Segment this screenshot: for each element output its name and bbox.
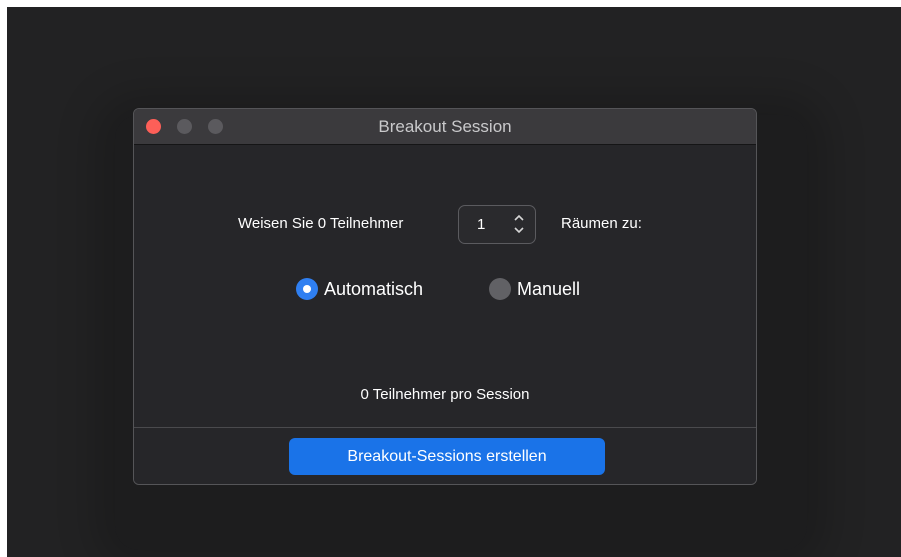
manual-radio[interactable]: Manuell [489, 278, 580, 300]
participants-per-session-text: 0 Teilnehmer pro Session [360, 386, 530, 403]
assign-suffix-label: Räumen zu: [561, 215, 642, 232]
room-count-value[interactable]: 1 [477, 216, 485, 233]
window-title: Breakout Session [378, 117, 512, 136]
automatic-label[interactable]: Automatisch [324, 279, 423, 300]
automatic-radio[interactable]: Automatisch [296, 278, 423, 300]
title-bar[interactable]: Breakout Session [134, 109, 756, 145]
radio-selected-icon[interactable] [296, 278, 318, 300]
create-breakout-sessions-button[interactable]: Breakout-Sessions erstellen [289, 438, 605, 475]
dialog-content: Weisen Sie 0 Teilnehmer 1 Räumen zu: Aut… [134, 145, 756, 427]
room-count-stepper[interactable]: 1 [458, 205, 536, 244]
radio-unselected-icon[interactable] [489, 278, 511, 300]
assign-prefix-label: Weisen Sie 0 Teilnehmer [238, 215, 404, 232]
desktop-background: Breakout Session Weisen Sie 0 Teilnehmer… [7, 7, 901, 557]
dialog-footer: Breakout-Sessions erstellen [134, 427, 756, 484]
breakout-session-window: Breakout Session Weisen Sie 0 Teilnehmer… [133, 108, 757, 485]
stepper-arrows-icon[interactable] [513, 211, 525, 237]
manual-label[interactable]: Manuell [517, 279, 580, 300]
